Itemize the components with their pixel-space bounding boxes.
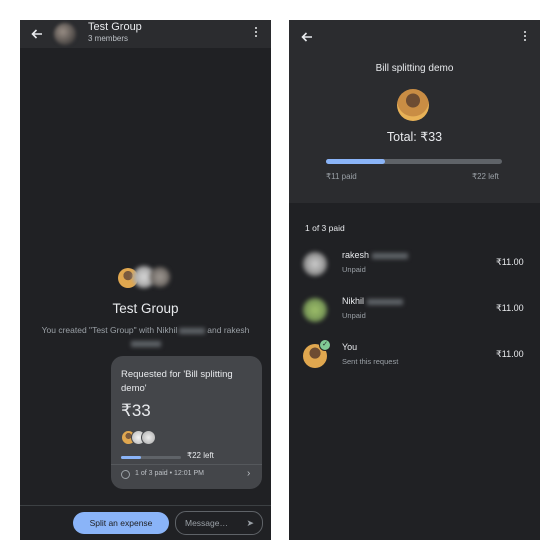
bill-progress-fill — [326, 159, 385, 164]
request-title: Requested for 'Bill splitting demo' — [121, 369, 233, 394]
redacted-name — [130, 340, 161, 347]
payer-name-text: Nikhil — [342, 296, 365, 306]
redacted-name — [179, 327, 206, 334]
chevron-right-icon[interactable]: › — [247, 468, 250, 479]
group-title: Test Group — [112, 301, 179, 316]
payer-name: Nikhil — [342, 296, 404, 306]
paid-check-icon: ✓ — [319, 339, 331, 351]
bill-summary: Bill splitting demo Total: ₹33 ₹11 paid … — [289, 20, 540, 203]
more-options-icon[interactable] — [254, 27, 258, 39]
request-status: 1 of 3 paid • 12:01 PM — [135, 470, 204, 477]
group-desc-prefix: You created "Test Group" with Nikhil — [41, 325, 178, 335]
chat-header: Test Group 3 members — [20, 20, 271, 48]
composer-divider — [20, 505, 271, 506]
request-left-amount: ₹22 left — [187, 451, 214, 460]
avatar — [303, 252, 327, 276]
payer-status: Unpaid — [342, 265, 366, 274]
chat-title[interactable]: Test Group — [88, 21, 142, 33]
left-amount: ₹22 left — [472, 172, 499, 181]
redacted-name — [367, 298, 404, 305]
payer-status: Sent this request — [342, 357, 399, 366]
redacted-name — [372, 252, 409, 259]
payer-amount: ₹11.00 — [496, 257, 524, 267]
member-count: 3 members — [88, 34, 129, 43]
payer-name: rakesh — [342, 250, 409, 260]
bill-detail-screen: Bill splitting demo Total: ₹33 ₹11 paid … — [289, 20, 540, 540]
payer-name: You — [342, 342, 358, 352]
payer-amount: ₹11.00 — [496, 303, 524, 313]
split-expense-button[interactable]: Split an expense — [73, 512, 169, 534]
payer-status: Unpaid — [342, 311, 366, 320]
back-arrow-icon[interactable] — [30, 27, 44, 41]
request-amount: ₹33 — [121, 401, 151, 420]
clock-icon — [121, 470, 130, 479]
requester-avatar — [397, 89, 429, 121]
group-created-description: You created "Test Group" with Nikhil and … — [20, 324, 271, 350]
message-placeholder: Message… — [185, 518, 228, 528]
more-options-icon[interactable] — [523, 31, 527, 43]
avatar — [303, 298, 327, 322]
bill-title: Bill splitting demo — [375, 63, 454, 74]
card-divider — [111, 464, 262, 465]
group-chat-screen: Test Group 3 members Test Group You crea… — [20, 20, 271, 540]
bill-total: Total: ₹33 — [386, 130, 443, 144]
group-avatar[interactable] — [54, 23, 76, 45]
payer-row-nikhil[interactable]: Nikhil Unpaid ₹11.00 — [289, 294, 540, 334]
member-avatar-rakesh — [150, 267, 170, 287]
payer-avatar-rakesh — [141, 430, 156, 445]
payer-row-you[interactable]: ✓ You Sent this request ₹11.00 — [289, 339, 540, 380]
back-arrow-icon[interactable] — [300, 30, 314, 44]
send-icon[interactable]: ➤ — [246, 518, 254, 529]
message-input[interactable]: Message… ➤ — [175, 511, 263, 535]
payer-amount: ₹11.00 — [496, 349, 524, 359]
request-progress-bar — [121, 456, 181, 459]
paid-amount: ₹11 paid — [326, 172, 357, 181]
paid-count: 1 of 3 paid — [305, 223, 345, 233]
group-desc-and: and rakesh — [207, 325, 250, 335]
payer-name-text: rakesh — [342, 250, 370, 260]
payer-row-rakesh[interactable]: rakesh Unpaid ₹11.00 — [289, 248, 540, 288]
request-progress-fill — [121, 456, 141, 459]
bill-progress-bar — [326, 159, 502, 164]
request-card[interactable]: Requested for 'Bill splitting demo' ₹33 … — [111, 356, 262, 489]
